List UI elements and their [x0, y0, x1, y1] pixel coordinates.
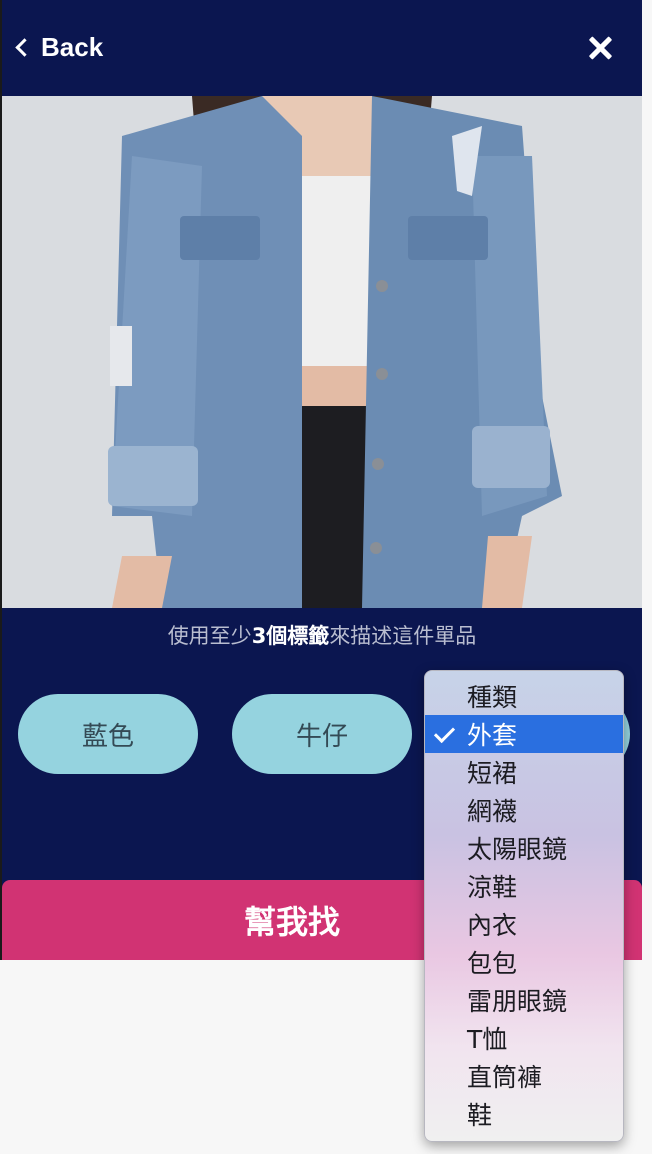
tag-denim[interactable]: 牛仔: [232, 694, 412, 774]
back-label: Back: [41, 31, 104, 62]
option-tshirt[interactable]: T恤: [425, 1019, 623, 1057]
option-label: 鞋: [467, 1101, 493, 1130]
option-label: 內衣: [467, 911, 518, 940]
option-straight-pants[interactable]: 直筒褲: [425, 1057, 623, 1095]
option-label: 太陽眼鏡: [467, 835, 568, 864]
tag-blue[interactable]: 藍色: [18, 694, 198, 774]
option-skirt[interactable]: 短裙: [425, 753, 623, 791]
denim-jacket-image: [2, 96, 642, 608]
option-label: 外套: [467, 721, 518, 750]
option-bag[interactable]: 包包: [425, 943, 623, 981]
option-underwear[interactable]: 內衣: [425, 905, 623, 943]
option-label: 種類: [467, 683, 518, 712]
option-label: 包包: [467, 949, 518, 978]
option-category[interactable]: 種類: [425, 677, 623, 715]
option-label: 網襪: [467, 797, 518, 826]
option-shoes[interactable]: 鞋: [425, 1095, 623, 1133]
option-fishnet[interactable]: 網襪: [425, 791, 623, 829]
instruction-before: 使用至少: [167, 624, 252, 648]
product-photo: [2, 96, 642, 608]
option-jacket[interactable]: 外套: [425, 715, 623, 753]
option-label: 短裙: [467, 759, 518, 788]
instruction-text: 使用至少3個標籤來描述這件單品: [2, 620, 642, 650]
category-dropdown-menu[interactable]: 種類 外套 短裙 網襪 太陽眼鏡 涼鞋 內衣 包包 雷朋眼鏡 T恤 直筒褲 鞋: [424, 670, 624, 1142]
back-button[interactable]: Back: [14, 30, 103, 64]
close-icon[interactable]: [586, 34, 614, 62]
option-sandals[interactable]: 涼鞋: [425, 867, 623, 905]
option-rayban[interactable]: 雷朋眼鏡: [425, 981, 623, 1019]
option-label: 涼鞋: [467, 873, 518, 902]
option-label: 直筒褲: [467, 1063, 543, 1092]
chevron-left-icon: [15, 37, 34, 57]
option-label: T恤: [467, 1025, 508, 1054]
top-bar: Back: [2, 0, 642, 96]
find-button-label: 幫我找: [243, 903, 340, 941]
instruction-after: 來描述這件單品: [329, 624, 477, 648]
option-label: 雷朋眼鏡: [467, 987, 568, 1016]
instruction-highlight: 3個標籤: [251, 624, 330, 648]
option-sunglasses[interactable]: 太陽眼鏡: [425, 829, 623, 867]
checkmark-icon: [433, 721, 456, 744]
